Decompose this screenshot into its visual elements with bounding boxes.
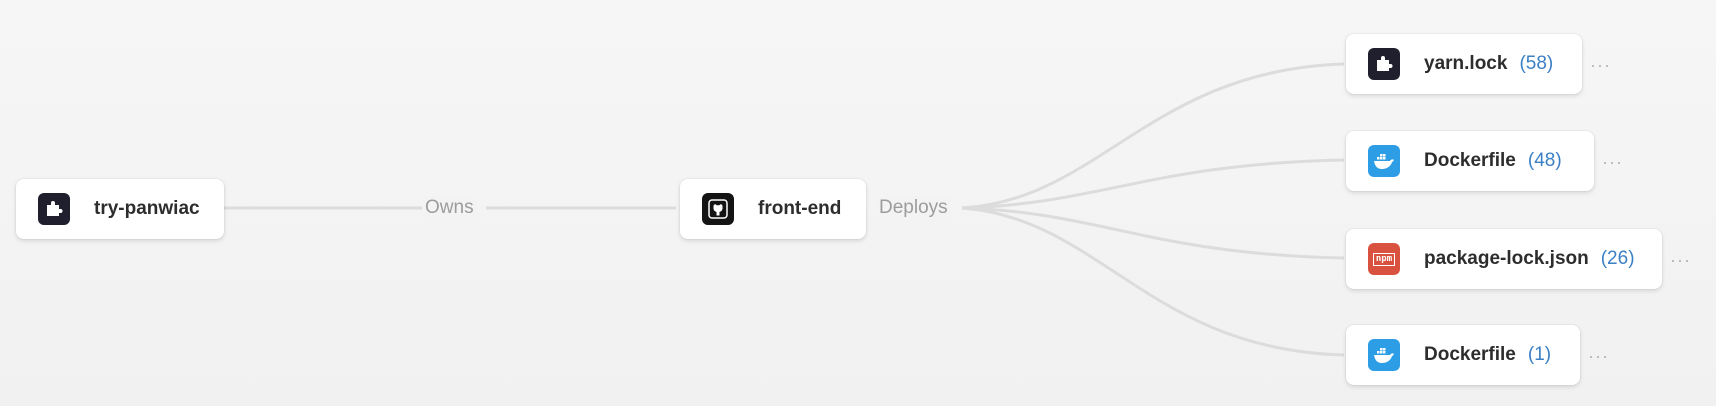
node-count: (26) (1600, 248, 1635, 269)
node-name: package-lock.json (1424, 248, 1589, 269)
node-name: Dockerfile (1424, 150, 1516, 171)
edge-label-owns: Owns (422, 196, 477, 220)
edge-deploys-yarn (961, 62, 1345, 210)
docker-icon (1368, 339, 1400, 371)
edge-deploys-dockerfile-1 (961, 206, 1345, 357)
node-dockerfile-48[interactable]: Dockerfile (48) (1346, 131, 1594, 191)
node-name: Dockerfile (1424, 344, 1516, 365)
node-try-panwiac[interactable]: try-panwiac (16, 179, 224, 239)
docker-icon (1368, 145, 1400, 177)
node-package-lock-json[interactable]: npm package-lock.json (26) (1346, 229, 1662, 289)
node-dockerfile-1[interactable]: Dockerfile (1) (1346, 325, 1580, 385)
puzzle-icon (38, 193, 70, 225)
node-name: yarn.lock (1424, 53, 1508, 74)
edge-label-deploys: Deploys (876, 196, 951, 220)
more-options-icon[interactable]: ··· (1602, 153, 1623, 171)
npm-icon: npm (1368, 243, 1400, 275)
node-count: (1) (1527, 344, 1552, 365)
more-options-icon[interactable]: ··· (1588, 347, 1609, 365)
node-yarn-lock[interactable]: yarn.lock (58) (1346, 34, 1582, 94)
edge-deploys-dockerfile-48 (961, 158, 1345, 210)
npm-logo-text: npm (1372, 252, 1396, 266)
github-icon (702, 193, 734, 225)
node-count: (58) (1519, 53, 1554, 74)
node-name: try-panwiac (94, 198, 200, 219)
more-options-icon[interactable]: ··· (1670, 251, 1691, 269)
more-options-icon[interactable]: ··· (1590, 56, 1611, 74)
node-front-end[interactable]: front-end (680, 179, 866, 239)
node-name: front-end (758, 198, 842, 219)
edge-deploys-package-lock (961, 206, 1345, 260)
node-count: (48) (1527, 150, 1562, 171)
puzzle-icon (1368, 48, 1400, 80)
dependency-graph: Owns Deploys try-panwiac front-end yarn.… (0, 0, 1716, 406)
